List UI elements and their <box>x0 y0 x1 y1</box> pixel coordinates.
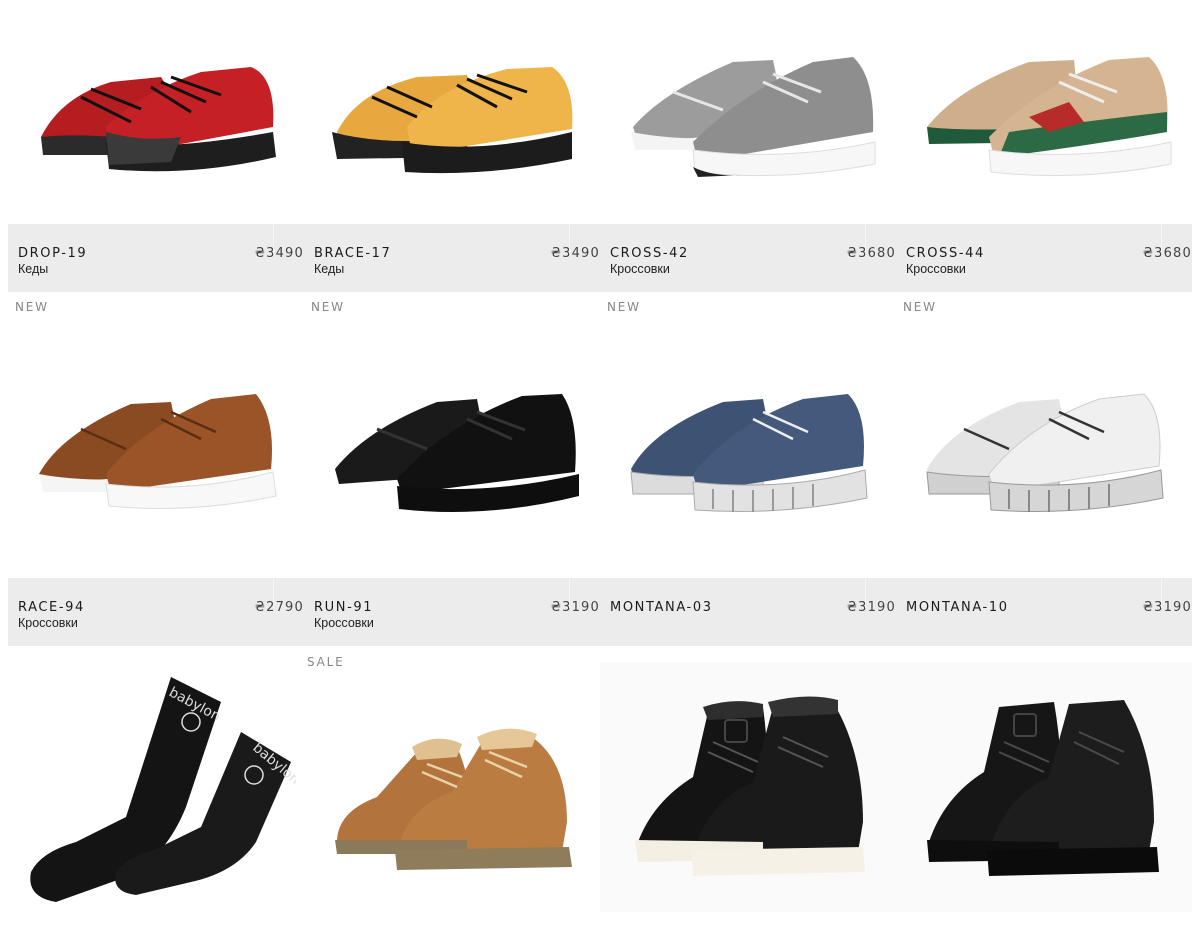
black-running-shoe-icon <box>335 394 579 513</box>
product-price: ₴3190 <box>550 600 600 615</box>
product-image[interactable] <box>600 0 896 224</box>
product-info[interactable]: MONTANA-03 ₴3190 <box>600 578 896 646</box>
new-badge: NEW <box>311 300 345 314</box>
product-price: ₴3680 <box>846 246 896 261</box>
product-info[interactable]: CROSS-44 Кроссовки ₴3680 <box>896 224 1192 292</box>
product-image[interactable] <box>304 320 600 578</box>
product-image[interactable] <box>304 662 600 912</box>
product-name[interactable]: BRACE-17 <box>314 246 391 261</box>
product-image[interactable] <box>896 320 1192 578</box>
black-high-top-leather-sneaker-icon <box>927 700 1159 876</box>
product-card[interactable]: DROP-19 Кеды ₴3490 NEW <box>8 0 304 320</box>
red-sneaker-icon <box>41 67 276 172</box>
product-card[interactable]: MONTANA-10 ₴3190 <box>896 320 1192 650</box>
product-info[interactable]: RUN-91 Кроссовки ₴3190 <box>304 578 600 646</box>
product-image[interactable] <box>896 0 1192 224</box>
product-card[interactable] <box>600 662 896 925</box>
product-type: Кеды <box>314 262 345 276</box>
navy-canvas-sneaker-icon <box>630 394 868 512</box>
new-badge: NEW <box>607 300 641 314</box>
product-image[interactable] <box>8 320 304 578</box>
product-info[interactable]: DROP-19 Кеды ₴3490 <box>8 224 304 292</box>
product-price: ₴3490 <box>550 246 600 261</box>
product-price: ₴3490 <box>254 246 304 261</box>
new-badge: NEW <box>903 300 937 314</box>
beige-green-running-shoe-icon <box>927 57 1172 177</box>
product-card[interactable]: CROSS-42 Кроссовки ₴3680 NEW <box>600 0 896 320</box>
product-image[interactable] <box>304 0 600 224</box>
grey-running-shoe-icon <box>631 57 876 177</box>
product-card[interactable]: RUN-91 Кроссовки ₴3190 SALE <box>304 320 600 669</box>
product-type: Кроссовки <box>314 616 374 630</box>
white-canvas-sneaker-icon <box>926 393 1164 512</box>
product-card[interactable]: CROSS-44 Кроссовки ₴3680 NEW <box>896 0 1192 320</box>
product-price: ₴3190 <box>846 600 896 615</box>
product-name[interactable]: MONTANA-03 <box>610 600 713 615</box>
product-info[interactable]: MONTANA-10 ₴3190 <box>896 578 1192 646</box>
product-price: ₴3680 <box>1142 246 1192 261</box>
product-type: Кеды <box>18 262 49 276</box>
product-image[interactable]: babylon babylon <box>8 662 304 912</box>
product-name[interactable]: RACE-94 <box>18 600 85 615</box>
yellow-sneaker-icon <box>332 67 573 174</box>
product-price: ₴3190 <box>1142 600 1192 615</box>
product-price: ₴2790 <box>254 600 304 615</box>
product-name[interactable]: DROP-19 <box>18 246 87 261</box>
new-badge: NEW <box>15 300 49 314</box>
product-card[interactable] <box>304 662 600 925</box>
product-card[interactable]: BRACE-17 Кеды ₴3490 NEW <box>304 0 600 320</box>
product-name[interactable]: MONTANA-10 <box>906 600 1009 615</box>
product-type: Кроссовки <box>906 262 966 276</box>
product-card[interactable]: MONTANA-03 ₴3190 <box>600 320 896 650</box>
product-name[interactable]: RUN-91 <box>314 600 373 615</box>
black-high-top-fur-sneaker-icon <box>635 696 865 876</box>
tan-fur-chukka-boot-icon <box>335 728 572 870</box>
product-image[interactable] <box>8 0 304 224</box>
product-image[interactable] <box>600 320 896 578</box>
product-type: Кроссовки <box>610 262 670 276</box>
product-type: Кроссовки <box>18 616 78 630</box>
black-socks-icon: babylon babylon <box>30 677 296 902</box>
product-card[interactable]: babylon babylon <box>8 662 304 925</box>
product-image[interactable] <box>600 662 896 912</box>
brown-suede-sneaker-icon <box>39 394 277 509</box>
product-name[interactable]: CROSS-44 <box>906 246 985 261</box>
product-card[interactable]: RACE-94 Кроссовки ₴2790 <box>8 320 304 650</box>
product-info[interactable]: RACE-94 Кроссовки ₴2790 <box>8 578 304 646</box>
product-info[interactable]: CROSS-42 Кроссовки ₴3680 <box>600 224 896 292</box>
product-image[interactable] <box>896 662 1192 912</box>
product-card[interactable] <box>896 662 1192 925</box>
product-info[interactable]: BRACE-17 Кеды ₴3490 <box>304 224 600 292</box>
product-name[interactable]: CROSS-42 <box>610 246 689 261</box>
